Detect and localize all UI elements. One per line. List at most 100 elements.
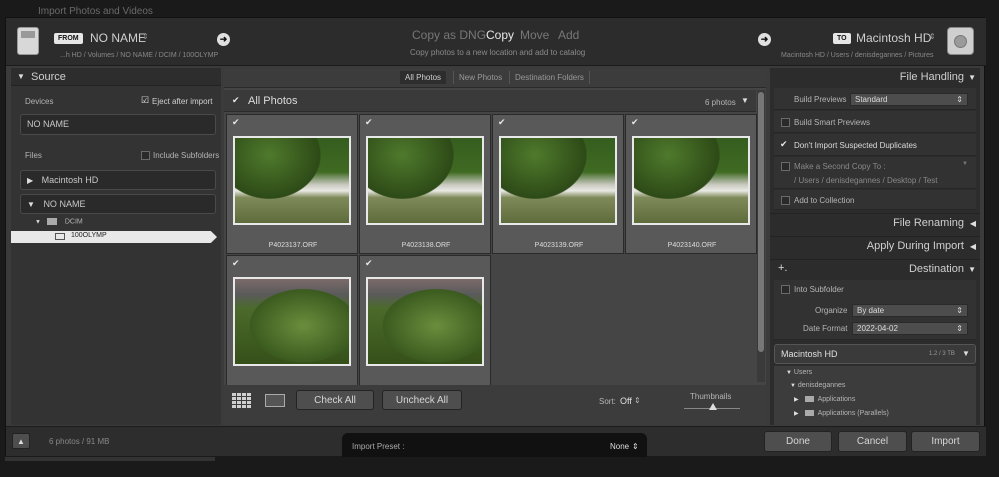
second-copy-checkbox[interactable] bbox=[781, 162, 790, 171]
date-format-value: 2022-04-02 bbox=[857, 324, 898, 333]
import-button[interactable]: Import bbox=[911, 431, 980, 452]
collapse-triangle-icon[interactable]: ▼ bbox=[17, 72, 25, 81]
into-subfolder-checkbox[interactable] bbox=[781, 285, 790, 294]
preset-chevron-icon[interactable]: ⇕ bbox=[632, 442, 639, 451]
to-chevron-icon[interactable]: ⇕ bbox=[929, 32, 936, 41]
apply-during-import-title: Apply During Import bbox=[866, 240, 964, 252]
photo-thumbnail[interactable]: ✔ P4023139.ORF bbox=[492, 114, 624, 254]
center-panel: All Photos New Photos Destination Folder… bbox=[224, 68, 766, 425]
from-device-select[interactable]: NO NAME bbox=[90, 31, 146, 45]
slider-thumb[interactable] bbox=[709, 403, 717, 410]
sort-label: Sort: bbox=[599, 397, 616, 406]
cancel-button[interactable]: Cancel bbox=[838, 431, 907, 452]
photo-image bbox=[499, 136, 617, 225]
include-subfolders-checkbox[interactable] bbox=[141, 151, 150, 160]
window-scrollbar[interactable] bbox=[5, 457, 215, 461]
duplicates-row: ✔ Don't Import Suspected Duplicates bbox=[774, 134, 976, 156]
files-label: Files bbox=[25, 151, 42, 160]
add-collection-label: Add to Collection bbox=[794, 196, 855, 205]
check-all-button[interactable]: Check All bbox=[296, 390, 374, 410]
volume-usage: 1.2 / 3 TB bbox=[929, 351, 955, 357]
mode-move[interactable]: Move bbox=[520, 28, 549, 42]
photo-checkbox[interactable]: ✔ bbox=[498, 117, 506, 128]
eject-checkbox[interactable]: ☑ bbox=[141, 95, 149, 106]
dest-tree-item[interactable]: ▼ Users bbox=[786, 369, 812, 376]
file-renaming-header[interactable]: File Renaming ◀ bbox=[770, 213, 980, 233]
select-all-check-icon[interactable]: ✔ bbox=[232, 95, 240, 106]
expand-triangle-icon[interactable]: ◀ bbox=[970, 242, 976, 251]
collapse-triangle-icon[interactable]: ▼ bbox=[27, 200, 35, 209]
photo-checkbox[interactable]: ✔ bbox=[365, 258, 373, 269]
loupe-view-icon[interactable] bbox=[265, 394, 285, 407]
mode-copy[interactable]: Copy bbox=[486, 28, 514, 42]
mode-add[interactable]: Add bbox=[558, 28, 579, 42]
organize-select[interactable]: By date ⇕ bbox=[852, 304, 968, 317]
uncheck-all-button[interactable]: Uncheck All bbox=[382, 390, 462, 410]
grid-view-icon[interactable] bbox=[232, 393, 252, 408]
build-previews-select[interactable]: Standard ⇕ bbox=[850, 93, 968, 106]
expand-triangle-icon[interactable]: ◀ bbox=[970, 219, 976, 228]
collapse-triangle-icon[interactable]: ▼ bbox=[968, 73, 976, 82]
add-collection-checkbox[interactable] bbox=[781, 196, 790, 205]
folder-icon bbox=[55, 233, 65, 240]
smart-previews-checkbox[interactable] bbox=[781, 118, 790, 127]
organize-value: By date bbox=[857, 306, 885, 315]
grid-toolbar: Check All Uncheck All Sort: Off ⇕ Thumbn… bbox=[224, 385, 766, 425]
tab-all-photos[interactable]: All Photos bbox=[400, 71, 447, 84]
file-handling-header[interactable]: File Handling ▼ bbox=[770, 68, 980, 87]
footer: ▲ 6 photos / 91 MB Import Preset : None … bbox=[6, 426, 986, 457]
photo-image bbox=[366, 136, 484, 225]
done-button[interactable]: Done bbox=[764, 431, 832, 452]
sort-select[interactable]: Off bbox=[620, 396, 632, 406]
photo-thumbnail[interactable]: ✔ P4023137.ORF bbox=[226, 114, 358, 254]
file-renaming-title: File Renaming bbox=[893, 217, 964, 229]
tab-destination-folders[interactable]: Destination Folders bbox=[509, 71, 590, 84]
dest-tree-item[interactable]: ▼ denisdegannes bbox=[790, 382, 845, 389]
to-device-select[interactable]: Macintosh HD bbox=[856, 31, 931, 45]
destination-title: Destination bbox=[908, 263, 964, 275]
grid-scrollbar[interactable] bbox=[757, 90, 765, 382]
second-copy-menu-icon[interactable]: ▼ bbox=[962, 161, 968, 167]
dest-tree-item[interactable]: ▶ Applications bbox=[794, 396, 855, 403]
apply-during-import-header[interactable]: Apply During Import ◀ bbox=[770, 236, 980, 256]
expand-up-icon[interactable]: ▲ bbox=[12, 433, 30, 449]
photo-filename: P4023137.ORF bbox=[268, 242, 318, 249]
photo-checkbox[interactable]: ✔ bbox=[232, 117, 240, 128]
collapse-triangle-icon[interactable]: ▼ bbox=[968, 265, 976, 274]
destination-volume[interactable]: Macintosh HD 1.2 / 3 TB ▼ bbox=[774, 344, 976, 364]
collapse-triangle-icon[interactable]: ▼ bbox=[962, 349, 970, 358]
add-destination-icon[interactable]: +. bbox=[778, 262, 787, 274]
dest-tree-item[interactable]: ▶ Applications (Parallels) bbox=[794, 410, 889, 417]
photo-thumbnail[interactable]: ✔ bbox=[359, 255, 491, 395]
tree-item-label: DCIM bbox=[64, 218, 83, 226]
import-preset-bar[interactable]: Import Preset : None ⇕ bbox=[342, 433, 647, 457]
photo-checkbox[interactable]: ✔ bbox=[232, 258, 240, 269]
photo-thumbnail[interactable]: ✔ P4023140.ORF bbox=[625, 114, 757, 254]
volume-macintosh-hd[interactable]: ▶ Macintosh HD bbox=[20, 170, 216, 190]
photo-checkbox[interactable]: ✔ bbox=[365, 117, 373, 128]
photo-thumbnail[interactable]: ✔ P4023138.ORF bbox=[359, 114, 491, 254]
expand-triangle-icon[interactable]: ▶ bbox=[27, 176, 33, 185]
photo-grid: ✔ P4023137.ORF ✔ P4023138.ORF ✔ P4023139.ORF ✔… bbox=[226, 114, 757, 395]
date-format-select[interactable]: 2022-04-02 ⇕ bbox=[852, 322, 968, 335]
source-device-item[interactable]: NO NAME bbox=[20, 114, 216, 135]
from-chevron-icon[interactable]: ⇕ bbox=[142, 32, 149, 41]
add-collection-row: Add to Collection bbox=[774, 190, 976, 210]
source-header[interactable]: ▼ Source bbox=[11, 68, 221, 86]
build-previews-value: Standard bbox=[855, 95, 888, 104]
mode-copy-as-dng[interactable]: Copy as DNG bbox=[412, 28, 486, 42]
import-preset-value[interactable]: None bbox=[610, 442, 629, 451]
tree-item-100olymp[interactable]: 100OLYMP bbox=[11, 231, 217, 243]
tab-new-photos[interactable]: New Photos bbox=[453, 71, 507, 84]
photo-filename: P4023138.ORF bbox=[401, 242, 451, 249]
grid-menu-triangle-icon[interactable]: ▼ bbox=[741, 96, 749, 105]
tree-item-dcim[interactable]: ▼ DCIM bbox=[35, 218, 83, 225]
duplicates-label: Don't Import Suspected Duplicates bbox=[794, 141, 917, 150]
photo-thumbnail[interactable]: ✔ bbox=[226, 255, 358, 395]
volume-no-name[interactable]: ▼ NO NAME bbox=[20, 194, 216, 214]
duplicates-checkbox[interactable]: ✔ bbox=[780, 139, 788, 150]
second-copy-row: Make a Second Copy To : / Users / denisd… bbox=[774, 157, 976, 189]
sort-chevron-icon[interactable]: ⇕ bbox=[634, 396, 641, 405]
photo-checkbox[interactable]: ✔ bbox=[631, 117, 639, 128]
destination-header[interactable]: +. Destination ▼ bbox=[770, 259, 980, 279]
